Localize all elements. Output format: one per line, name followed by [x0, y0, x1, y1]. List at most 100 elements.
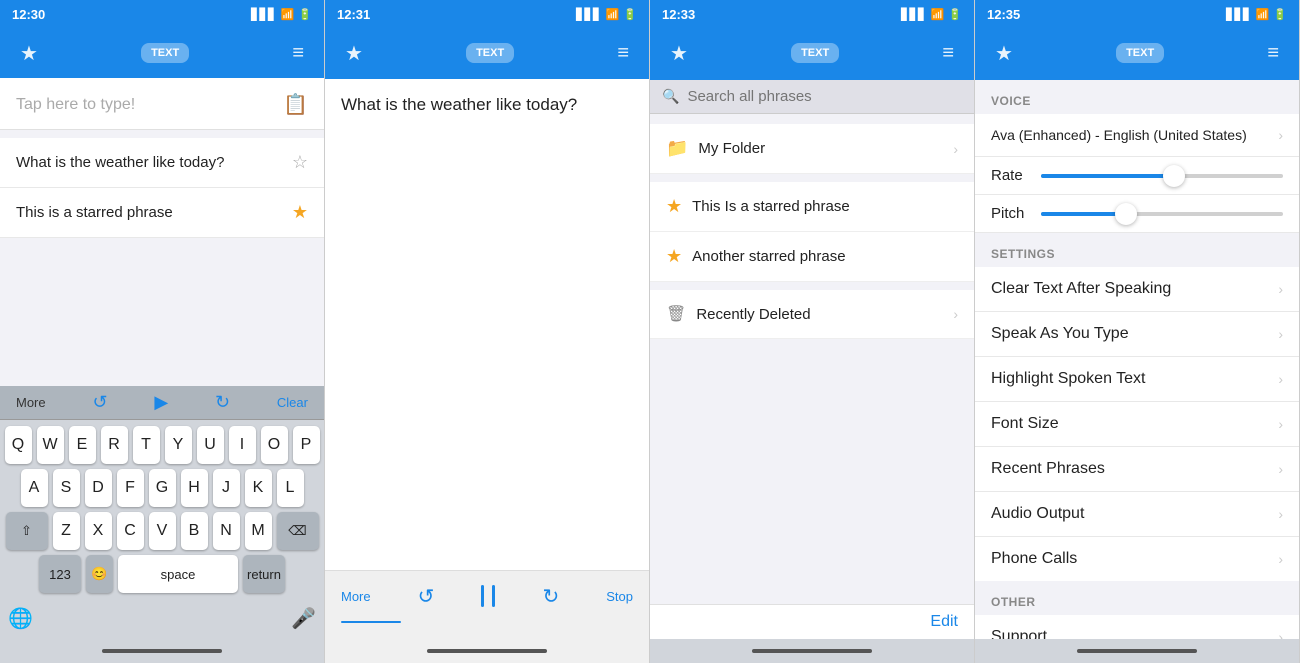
- globe-icon[interactable]: 🌐: [8, 606, 33, 631]
- rewind-icon[interactable]: ↺: [418, 584, 435, 609]
- key-b[interactable]: B: [181, 512, 208, 550]
- settings-row-font[interactable]: Font Size ›: [975, 402, 1299, 447]
- key-y[interactable]: Y: [165, 426, 192, 464]
- undo-icon[interactable]: ↺: [92, 392, 107, 413]
- key-backspace[interactable]: ⌫: [277, 512, 319, 550]
- phrase-item-2[interactable]: This is a starred phrase ★: [0, 188, 324, 238]
- search-input-3[interactable]: [687, 88, 962, 105]
- home-pill-2: [427, 649, 547, 653]
- pitch-slider-thumb[interactable]: [1115, 203, 1137, 225]
- key-o[interactable]: O: [261, 426, 288, 464]
- mic-icon[interactable]: 🎤: [291, 606, 316, 631]
- settings-row-speak-type[interactable]: Speak As You Type ›: [975, 312, 1299, 357]
- wifi-icon-3: 📶: [931, 8, 945, 21]
- key-shift[interactable]: ⇧: [6, 512, 48, 550]
- home-pill-4: [1077, 649, 1197, 653]
- key-p[interactable]: P: [293, 426, 320, 464]
- settings-row-audio[interactable]: Audio Output ›: [975, 492, 1299, 537]
- progress-line-2: [341, 621, 401, 623]
- key-f[interactable]: F: [117, 469, 144, 507]
- settings-nav-btn-1[interactable]: ≡: [292, 42, 304, 65]
- folder-list-3: 📁 My Folder ›: [650, 124, 974, 174]
- settings-nav-btn-4[interactable]: ≡: [1267, 42, 1279, 65]
- bottom-bar-row-1: 🌐 🎤: [0, 602, 324, 639]
- rate-slider-thumb[interactable]: [1163, 165, 1185, 187]
- recently-deleted-item[interactable]: 🗑 Recently Deleted ›: [650, 290, 974, 339]
- key-x[interactable]: X: [85, 512, 112, 550]
- text-icon-1[interactable]: TEXT: [141, 43, 189, 63]
- key-return[interactable]: return: [243, 555, 285, 593]
- settings-nav-btn-2[interactable]: ≡: [617, 42, 629, 65]
- starred-item-1[interactable]: ★ This Is a starred phrase: [650, 182, 974, 232]
- settings-row-support[interactable]: Support ›: [975, 615, 1299, 639]
- key-g[interactable]: G: [149, 469, 176, 507]
- voice-chevron: ›: [1278, 127, 1283, 143]
- type-input-row: Tap here to type! 📋: [0, 80, 324, 130]
- starred-item-2[interactable]: ★ Another starred phrase: [650, 232, 974, 282]
- star-nav-btn-2[interactable]: ★: [345, 41, 363, 66]
- type-placeholder[interactable]: Tap here to type!: [16, 96, 135, 114]
- key-k[interactable]: K: [245, 469, 272, 507]
- support-label: Support: [991, 628, 1047, 639]
- key-i[interactable]: I: [229, 426, 256, 464]
- redo-icon[interactable]: ↻: [215, 392, 230, 413]
- key-emoji[interactable]: 😊: [86, 555, 113, 593]
- nav-bar-4: ★ TEXT ≡: [975, 28, 1299, 78]
- text-icon-3[interactable]: TEXT: [791, 43, 839, 63]
- key-l[interactable]: L: [277, 469, 304, 507]
- key-s[interactable]: S: [53, 469, 80, 507]
- phone-1: 12:30 ▋▋▋ 📶 🔋 ★ TEXT ≡ Tap here to type!…: [0, 0, 325, 663]
- key-123[interactable]: 123: [39, 555, 81, 593]
- key-h[interactable]: H: [181, 469, 208, 507]
- key-j[interactable]: J: [213, 469, 240, 507]
- star-nav-btn-3[interactable]: ★: [670, 41, 688, 66]
- star-nav-btn-1[interactable]: ★: [20, 41, 38, 66]
- key-u[interactable]: U: [197, 426, 224, 464]
- text-icon-2[interactable]: TEXT: [466, 43, 514, 63]
- key-n[interactable]: N: [213, 512, 240, 550]
- key-c[interactable]: C: [117, 512, 144, 550]
- key-r[interactable]: R: [101, 426, 128, 464]
- stop-label[interactable]: Stop: [606, 589, 633, 604]
- status-bar-3: 12:33 ▋▋▋ 📶 🔋: [650, 0, 974, 28]
- edit-btn-3[interactable]: Edit: [930, 613, 958, 631]
- key-t[interactable]: T: [133, 426, 160, 464]
- key-d[interactable]: D: [85, 469, 112, 507]
- clear-label[interactable]: Clear: [277, 395, 308, 410]
- waveform-icon[interactable]: [481, 581, 495, 611]
- play-icon[interactable]: ▶: [154, 392, 168, 413]
- folder-item-3[interactable]: 📁 My Folder ›: [650, 124, 974, 174]
- time-3: 12:33: [662, 7, 695, 22]
- wave-bar-2: [492, 585, 495, 607]
- pitch-slider-row: Pitch: [975, 195, 1299, 233]
- nav-bar-3: ★ TEXT ≡: [650, 28, 974, 78]
- settings-row-recent[interactable]: Recent Phrases ›: [975, 447, 1299, 492]
- settings-nav-btn-3[interactable]: ≡: [942, 42, 954, 65]
- star-nav-btn-4[interactable]: ★: [995, 41, 1013, 66]
- star-icon-empty-1[interactable]: ☆: [292, 152, 308, 173]
- key-w[interactable]: W: [37, 426, 64, 464]
- rate-slider-track[interactable]: [1041, 174, 1283, 178]
- voice-name-row[interactable]: Ava (Enhanced) - English (United States)…: [975, 114, 1299, 157]
- key-e[interactable]: E: [69, 426, 96, 464]
- key-z[interactable]: Z: [53, 512, 80, 550]
- paste-icon[interactable]: 📋: [283, 92, 308, 117]
- key-q[interactable]: Q: [5, 426, 32, 464]
- key-m[interactable]: M: [245, 512, 272, 550]
- star-icon-filled-1[interactable]: ★: [292, 202, 308, 223]
- settings-row-clear[interactable]: Clear Text After Speaking ›: [975, 267, 1299, 312]
- settings-row-highlight[interactable]: Highlight Spoken Text ›: [975, 357, 1299, 402]
- wifi-icon-2: 📶: [606, 8, 620, 21]
- forward-icon[interactable]: ↻: [542, 584, 559, 609]
- text-icon-4[interactable]: TEXT: [1116, 43, 1164, 63]
- phrase-item-1[interactable]: What is the weather like today? ☆: [0, 138, 324, 188]
- key-v[interactable]: V: [149, 512, 176, 550]
- settings-row-phone[interactable]: Phone Calls ›: [975, 537, 1299, 581]
- recent-chevron: ›: [1278, 461, 1283, 477]
- more-playback[interactable]: More: [341, 589, 371, 604]
- pitch-slider-track[interactable]: [1041, 212, 1283, 216]
- key-a[interactable]: A: [21, 469, 48, 507]
- key-space[interactable]: space: [118, 555, 238, 593]
- progress-container: [325, 621, 649, 639]
- more-label[interactable]: More: [16, 395, 46, 410]
